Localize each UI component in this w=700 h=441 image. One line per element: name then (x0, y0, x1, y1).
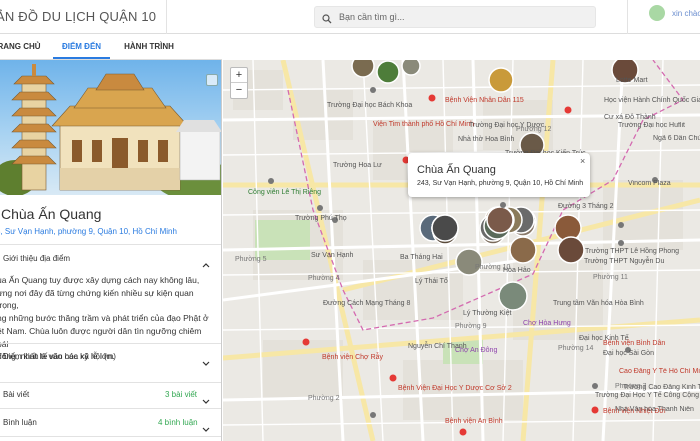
popup-place-address: 243, Sư Vạn Hạnh, phường 9, Quận 10, Hồ … (417, 180, 584, 187)
map-label: Hòa Hảo (503, 267, 531, 274)
map-label: Ngã 6 Dân Chủ (653, 135, 700, 142)
map-label: Bệnh viện Bình Dân (603, 340, 666, 347)
gallery-icon[interactable] (206, 74, 218, 86)
zoom-out-button[interactable]: − (231, 83, 247, 98)
place-description: ùa Ấn Quang tuy được xây dựng cách nay k… (0, 274, 215, 363)
zoom-control: + − (230, 67, 248, 99)
map-label: Bệnh viện An Bình (445, 418, 503, 425)
map-label: Sư Vạn Hạnh (311, 252, 354, 259)
map-view[interactable]: Cao Đẳng Y Tế Hồ Chí Minh Bệnh Viện Đại H… (223, 60, 700, 441)
map-label: Nhà thờ Hoa Bình (458, 136, 515, 143)
articles-count: 3 bài viết (165, 390, 198, 399)
section-comments-title[interactable]: Bình luận (3, 418, 37, 427)
map-label: Viện Tim thành phố Hồ Chí Minh (373, 121, 475, 128)
map-label: Trường Đại học Huflit (618, 122, 685, 129)
map-label: Trường Đại học Y Dược (469, 122, 545, 129)
section-intro-title[interactable]: Giới thiệu địa điểm (3, 254, 70, 263)
tab-home[interactable]: RANG CHỦ (0, 34, 44, 59)
map-label: Bệnh viện Chợ Rẫy (322, 354, 384, 361)
nav-tabs: RANG CHỦ ĐIỂM ĐẾN HÀNH TRÌNH (0, 34, 222, 60)
zoom-in-button[interactable]: + (231, 68, 247, 83)
description-line: ng những bước thăng trầm và phát triển c… (0, 313, 209, 324)
map-label: Trường THPT Lê Hồng Phong (585, 248, 679, 255)
map-label: Phường 14 (558, 345, 594, 352)
place-detail-panel: Chùa Ấn Quang 3, Sư Vạn Hạnh, phường 9, … (0, 60, 222, 441)
place-address: 3, Sư Vạn Hạnh, phường 9, Quận 10, Hồ Ch… (0, 227, 177, 236)
place-popup: Chùa Ấn Quang 243, Sư Vạn Hạnh, phường 9… (408, 153, 590, 197)
divider (0, 343, 221, 344)
map-label: Phường 2 (308, 395, 340, 402)
map-label: Trung tâm Văn hóa Hòa Bình (553, 300, 644, 307)
search-box[interactable] (314, 6, 596, 28)
map-label: Lý Thái Tổ (415, 278, 448, 285)
map-label: Công viên Lê Thị Riêng (248, 189, 322, 196)
divider (627, 0, 628, 34)
map-label: Bệnh Viện Nhân Dân 115 (445, 97, 524, 104)
place-name: Chùa Ấn Quang (1, 206, 102, 222)
map-label: Trường THPT Nguyễn Du (584, 258, 665, 265)
map-label: Trường Hoa Lư (333, 162, 382, 169)
description-line: ưng nơi đây đã từng chứng kiến nhiều sự … (0, 287, 194, 311)
map-label: Đại học Sài Gòn (603, 350, 654, 357)
map-label: Lý Thường Kiệt (463, 310, 512, 317)
map-label: Bệnh Viện Đại Học Y Dược Cơ Sở 2 (398, 385, 512, 392)
popup-place-name: Chùa Ấn Quang (417, 164, 496, 176)
map-label: Nhà Văn hóa Thanh Niên (615, 406, 694, 413)
divider (0, 436, 221, 437)
divider (0, 408, 221, 409)
user-greeting[interactable]: xin chào (672, 9, 700, 18)
top-bar: ẢN ĐỒ DU LỊCH QUẬN 10 xin chào (0, 0, 700, 34)
comments-count: 4 bình luận (158, 418, 198, 427)
description-line: ùa Ấn Quang tuy được xây dựng cách nay k… (0, 275, 200, 285)
map-label: Trường Đại học Bách Khoa (327, 102, 413, 109)
chevron-down-icon[interactable] (202, 354, 210, 372)
map-label: Ba Tháng Hai (400, 254, 443, 261)
map-label: Phường 7 (615, 383, 647, 390)
map-label: Vincom Plaza (628, 180, 671, 187)
map-label: Lotte Mart (616, 77, 648, 84)
map-label: Nguyễn Chí Thanh (408, 343, 467, 350)
popup-close-icon[interactable]: × (580, 156, 585, 166)
map-label: Chợ Hòa Hưng (523, 320, 571, 327)
map-label: Phường 5 (235, 256, 267, 263)
map-label: Trường Đại Học Y Tế Công Cộng (595, 392, 699, 399)
map-label: Đường 3 Tháng 2 (558, 203, 614, 210)
chevron-up-icon[interactable] (202, 255, 210, 273)
description-line: ệt Nam. Chùa luôn được người dân tìn ngư… (0, 325, 202, 349)
map-label: Cao Đẳng Y Tế Hồ Chí Minh (619, 368, 700, 375)
tab-destinations[interactable]: ĐIỂM ĐẾN (53, 34, 110, 59)
section-culture-title[interactable]: Điểm kinh tế văn hóa xã hội (m) (3, 352, 116, 361)
avatar[interactable] (649, 5, 665, 21)
map-label: Phường 11 (593, 274, 628, 281)
search-input[interactable] (339, 7, 589, 27)
place-photo (0, 60, 221, 195)
map-label: Cư xá Đô Thành (604, 114, 656, 121)
map-label: Phường 9 (455, 323, 487, 330)
map-label: Học viện Hành Chính Quốc Gia (604, 97, 700, 104)
divider (0, 382, 221, 383)
search-icon (322, 11, 332, 29)
map-label: Trường Phú Thọ (295, 215, 347, 222)
divider (0, 244, 221, 245)
map-label: Đường Cách Mạng Tháng 8 (323, 300, 411, 307)
map-label: Phường 4 (308, 275, 340, 282)
section-articles-title[interactable]: Bài viết (3, 390, 29, 399)
tab-itinerary[interactable]: HÀNH TRÌNH (117, 34, 181, 59)
divider (166, 0, 167, 34)
app-title[interactable]: ẢN ĐỒ DU LỊCH QUẬN 10 (0, 9, 156, 24)
